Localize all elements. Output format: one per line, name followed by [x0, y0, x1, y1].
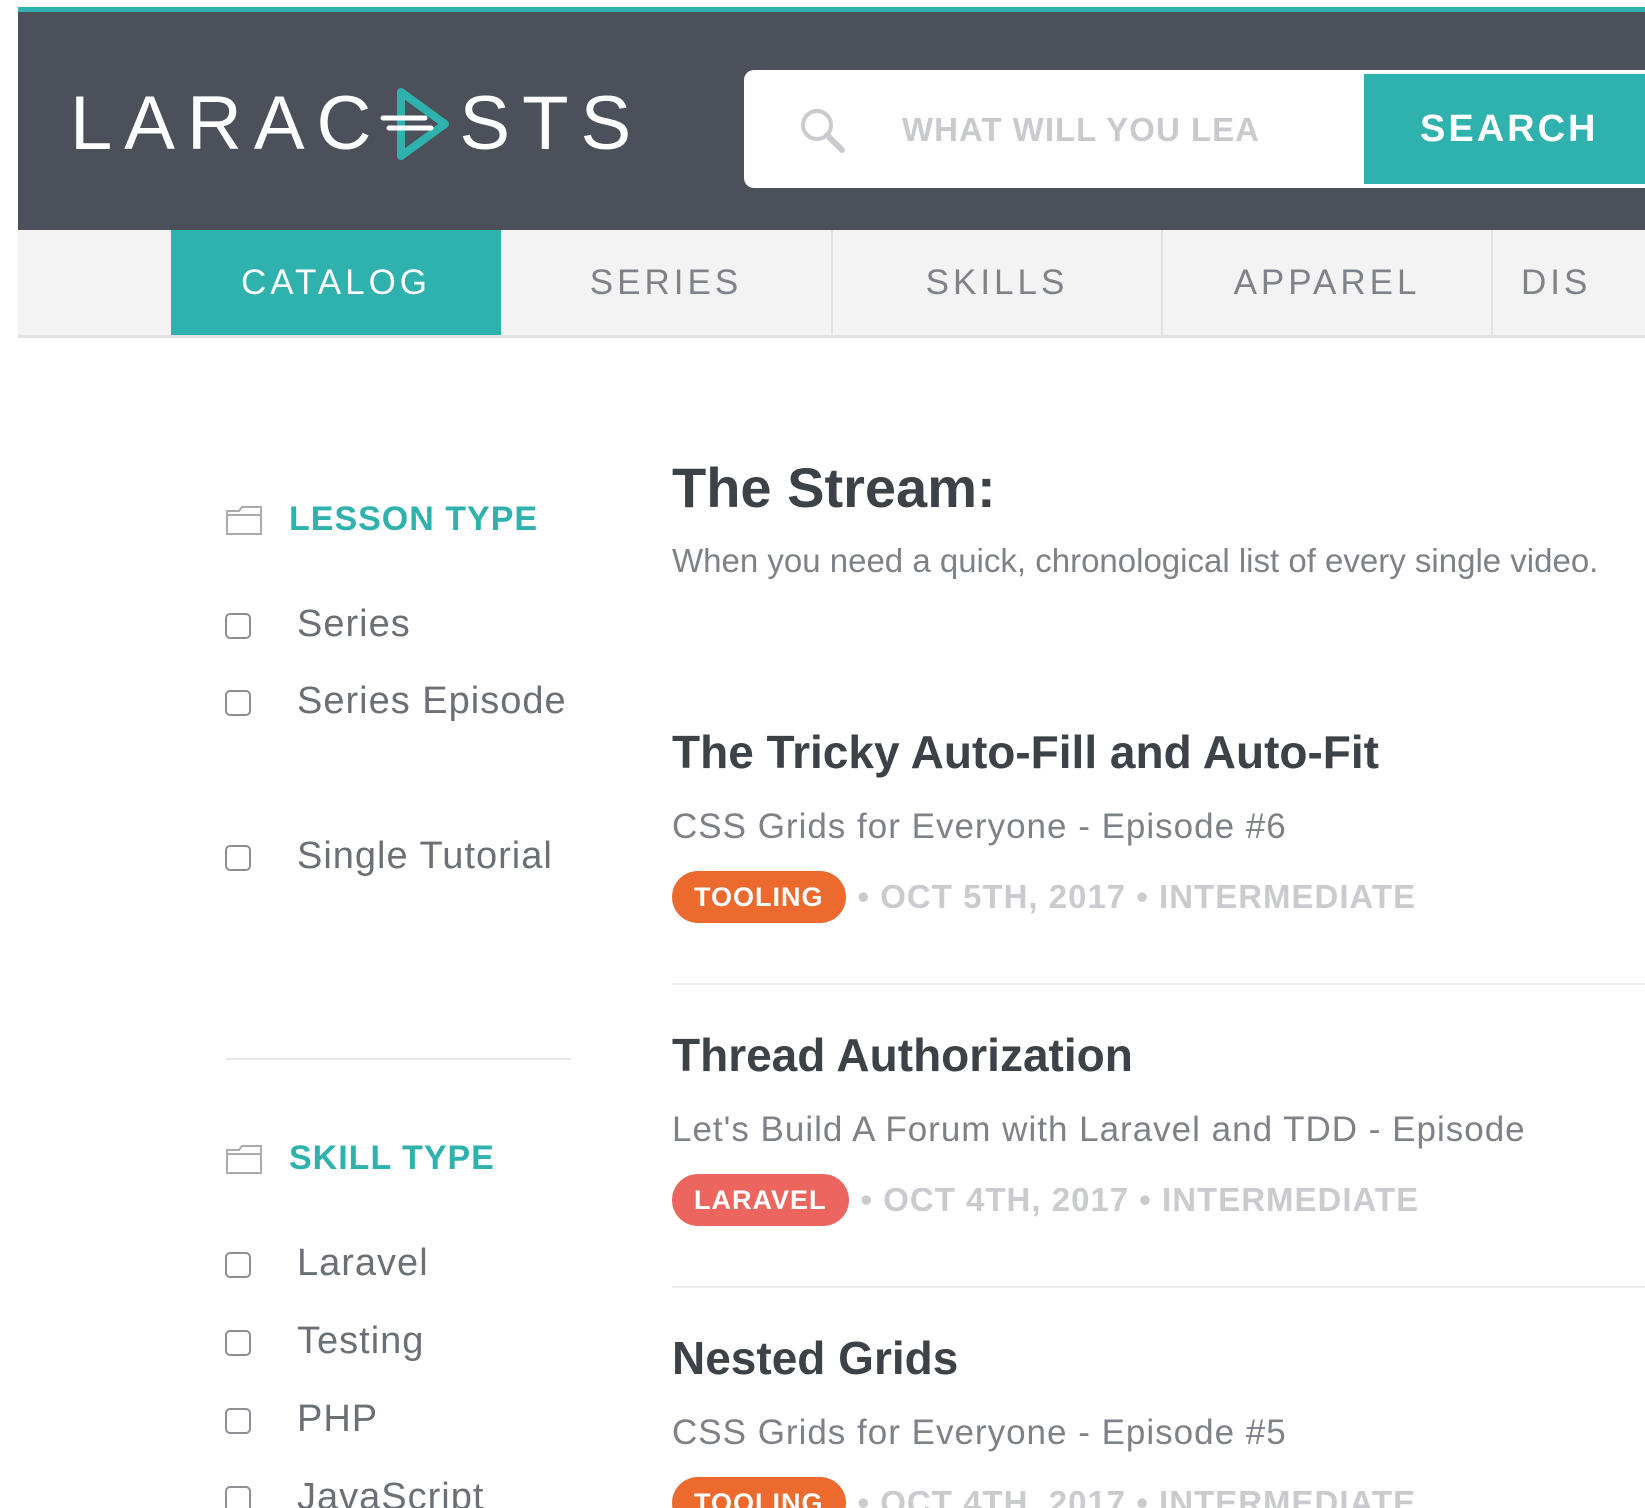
lesson-series[interactable]: Let's Build A Forum with Laravel and TDD…: [672, 1110, 1526, 1150]
lesson-series[interactable]: CSS Grids for Everyone - Episode #6: [672, 807, 1287, 847]
filter-option-label: Single Tutorial: [297, 835, 553, 877]
laracasts-logo-icon: [380, 88, 450, 160]
lesson-divider: [672, 1286, 1645, 1288]
filter-option-label: PHP: [297, 1398, 379, 1440]
lesson-series[interactable]: CSS Grids for Everyone - Episode #5: [672, 1413, 1287, 1453]
search-bar: SEARCH: [744, 70, 1645, 188]
checkbox[interactable]: [225, 690, 251, 716]
tab-apparel[interactable]: APPAREL: [1163, 230, 1493, 335]
lesson-meta: TOOLING • OCT 4TH, 2017 • INTERMEDIATE: [672, 1477, 1416, 1508]
lesson-date-level: • OCT 4TH, 2017 • INTERMEDIATE: [860, 1181, 1420, 1218]
lesson-date-level: • OCT 4TH, 2017 • INTERMEDIATE: [857, 1484, 1417, 1508]
skill-badge[interactable]: TOOLING: [672, 871, 846, 923]
main-nav: CATALOG SERIES SKILLS APPAREL DIS: [18, 230, 1645, 338]
filter-option-single-tutorial[interactable]: Single Tutorial: [225, 817, 585, 895]
lesson-meta: LARAVEL • OCT 4TH, 2017 • INTERMEDIATE: [672, 1174, 1419, 1226]
filter-option-label: Laravel: [297, 1242, 429, 1284]
search-button[interactable]: SEARCH: [1364, 74, 1645, 184]
lesson-date-level: • OCT 5TH, 2017 • INTERMEDIATE: [857, 878, 1417, 915]
lesson-title[interactable]: Thread Authorization: [672, 1028, 1133, 1082]
filter-option-series[interactable]: Series: [225, 585, 585, 663]
skill-badge[interactable]: TOOLING: [672, 1477, 846, 1508]
filter-option-label: Series: [297, 603, 411, 645]
tab-series[interactable]: SERIES: [501, 230, 833, 335]
folder-icon: [226, 505, 262, 535]
filter-option-label: JavaScript: [297, 1476, 485, 1508]
filter-option-javascript[interactable]: JavaScript: [225, 1458, 585, 1508]
checkbox[interactable]: [225, 1330, 251, 1356]
checkbox[interactable]: [225, 845, 251, 871]
filter-option-label: Testing: [297, 1320, 425, 1362]
lesson-title[interactable]: Nested Grids: [672, 1331, 958, 1385]
filter-option-series-episode[interactable]: Series Episode: [225, 662, 585, 740]
page-description: When you need a quick, chronological lis…: [672, 542, 1599, 579]
site-header: LARAC STS SEARCH: [18, 7, 1645, 230]
lesson-type-title: LESSON TYPE: [289, 500, 539, 538]
tab-skills[interactable]: SKILLS: [833, 230, 1163, 335]
search-input[interactable]: [902, 100, 1262, 160]
checkbox[interactable]: [225, 1252, 251, 1278]
logo-text-right: STS: [459, 81, 644, 166]
lesson-meta: TOOLING • OCT 5TH, 2017 • INTERMEDIATE: [672, 871, 1416, 923]
lesson-title[interactable]: The Tricky Auto-Fill and Auto-Fit: [672, 725, 1379, 779]
page-title: The Stream:: [672, 456, 996, 519]
filter-option-label: Series Episode: [297, 680, 567, 722]
folder-icon: [226, 1144, 262, 1174]
tab-discuss[interactable]: DIS: [1493, 230, 1645, 335]
lesson-type-heading: LESSON TYPE: [225, 500, 538, 539]
sidebar-divider: [225, 1058, 571, 1060]
filter-option-testing[interactable]: Testing: [225, 1302, 585, 1380]
filter-option-laravel[interactable]: Laravel: [225, 1224, 585, 1302]
tab-catalog[interactable]: CATALOG: [171, 230, 501, 335]
logo-text-left: LARAC: [70, 81, 384, 166]
search-icon: [801, 109, 845, 153]
checkbox[interactable]: [225, 1408, 251, 1434]
checkbox[interactable]: [225, 1486, 251, 1508]
skill-type-heading: SKILL TYPE: [225, 1139, 495, 1178]
skill-type-title: SKILL TYPE: [289, 1139, 495, 1177]
laracasts-logo[interactable]: LARAC STS: [70, 84, 643, 164]
skill-badge[interactable]: LARAVEL: [672, 1174, 849, 1226]
lesson-divider: [672, 983, 1645, 985]
checkbox[interactable]: [225, 613, 251, 639]
filter-option-php[interactable]: PHP: [225, 1380, 585, 1458]
page: LARAC STS SEARCH CATALOG SERIES SKILLS: [18, 7, 1645, 1508]
